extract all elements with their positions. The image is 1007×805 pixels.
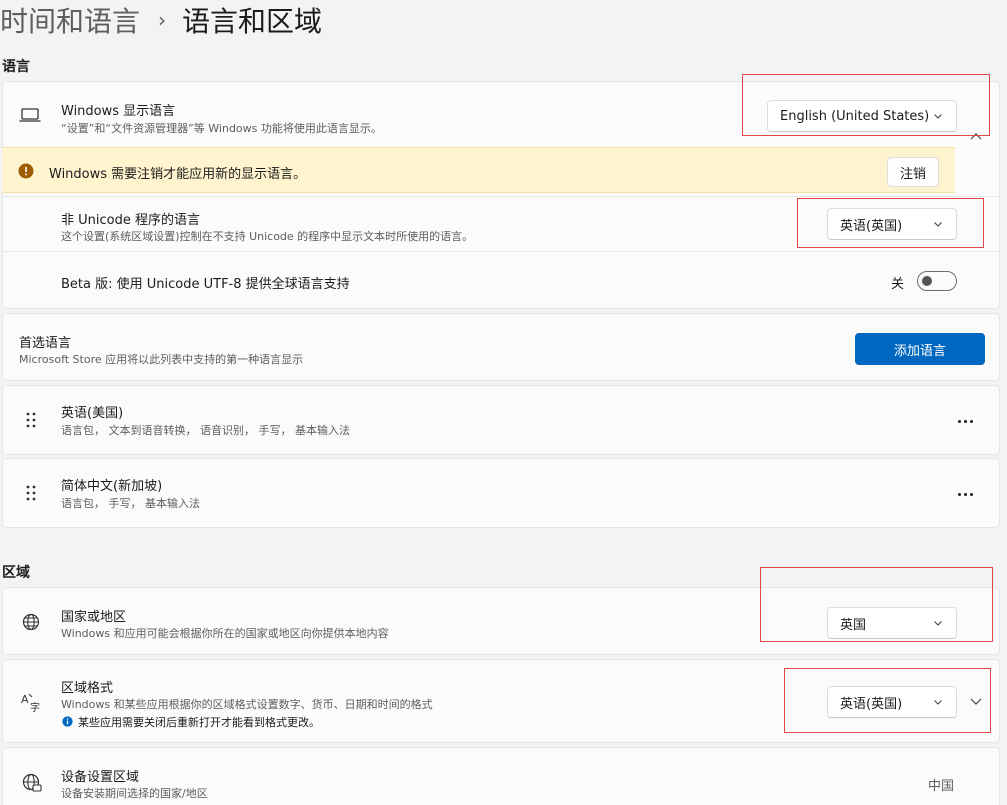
list-item[interactable]: 简体中文(新加坡) 语言包， 手写， 基本输入法 [2,458,1000,528]
page-title: 语言和区域 [182,5,323,38]
svg-text:字: 字 [30,701,40,713]
device-region-subtitle: 设备安装期间选择的国家/地区 [61,787,208,800]
display-language-subtitle: “设置”和“文件资源管理器”等 Windows 功能将使用此语言显示。 [61,122,382,135]
beta-utf8-toggle[interactable] [917,271,957,291]
preferred-languages-subtitle: Microsoft Store 应用将以此列表中支持的第一种语言显示 [19,353,304,366]
more-options-icon[interactable] [953,411,977,431]
toggle-knob [922,276,932,286]
language-name: 简体中文(新加坡) [61,479,163,494]
regional-format-subtitle: Windows 和某些应用根据你的区域格式设置数字、货币、日期和时间的格式 [61,698,433,711]
non-unicode-title: 非 Unicode 程序的语言 [61,213,200,228]
beta-utf8-row: Beta 版: 使用 Unicode UTF-8 提供全球语言支持 关 [3,252,999,310]
more-options-icon[interactable] [953,484,977,504]
country-subtitle: Windows 和应用可能会根据你所在的国家或地区向你提供本地内容 [61,627,389,640]
list-item[interactable]: 英语(美国) 语言包， 文本到语音转换， 语音识别， 手写， 基本输入法 [2,385,1000,455]
info-icon [61,715,73,727]
preferred-languages-card: 首选语言 Microsoft Store 应用将以此列表中支持的第一种语言显示 … [2,313,1000,381]
device-globe-icon [21,772,43,794]
country-title: 国家或地区 [61,610,127,625]
language-section-title: 语言 [2,59,30,75]
breadcrumb-separator: › [158,8,167,32]
regional-format-title: 区域格式 [61,681,114,696]
signout-warning-text: Windows 需要注销才能应用新的显示语言。 [49,167,307,182]
language-features: 语言包， 手写， 基本输入法 [61,497,200,510]
warning-icon [18,163,34,179]
regional-format-info: 某些应用需要关闭后重新打开才能看到格式更改。 [78,716,320,729]
preferred-languages-title: 首选语言 [19,336,72,351]
annotation-box [742,74,990,136]
signout-warning-bar: Windows 需要注销才能应用新的显示语言。 注销 [2,147,955,193]
regional-format-icon: A字 [20,691,42,713]
device-region-card: 设备设置区域 设备安装期间选择的国家/地区 中国 [2,747,1000,805]
display-language-title: Windows 显示语言 [61,104,176,119]
annotation-box [760,567,993,642]
drag-handle-icon[interactable] [23,410,39,430]
svg-text:A: A [21,693,29,706]
breadcrumb-parent[interactable]: 时间和语言 [0,0,140,40]
sign-out-button[interactable]: 注销 [887,157,939,187]
region-section-title: 区域 [2,565,30,581]
laptop-icon [19,106,41,124]
annotation-box [797,198,984,248]
device-region-value: 中国 [928,779,955,794]
globe-icon [21,612,41,632]
non-unicode-subtitle: 这个设置(系统区域设置)控制在不支持 Unicode 的程序中显示文本时所使用的… [61,230,474,243]
annotation-box [784,668,991,733]
beta-utf8-state-label: 关 [891,277,905,292]
device-region-title: 设备设置区域 [61,770,140,785]
add-language-button[interactable]: 添加语言 [855,333,985,365]
language-name: 英语(美国) [61,406,124,421]
beta-utf8-title: Beta 版: 使用 Unicode UTF-8 提供全球语言支持 [61,277,350,292]
language-features: 语言包， 文本到语音转换， 语音识别， 手写， 基本输入法 [61,424,350,437]
breadcrumb: 时间和语言 › 语言和区域 [0,0,322,40]
drag-handle-icon[interactable] [23,483,39,503]
